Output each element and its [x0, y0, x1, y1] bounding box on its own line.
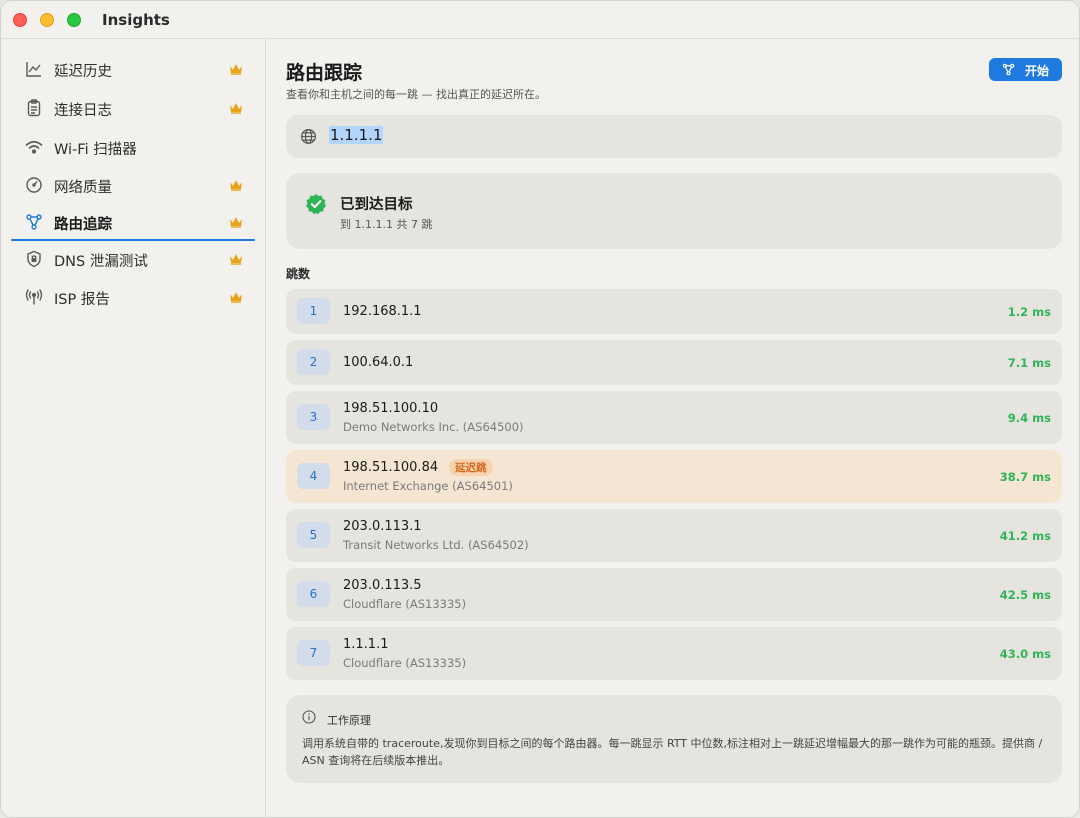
hop-row[interactable]: 1 192.168.1.1 1.2 ms [286, 289, 1062, 334]
sidebar-item-label: DNS 泄漏测试 [54, 254, 148, 270]
wifi-icon [25, 140, 43, 154]
hop-row[interactable]: 7 1.1.1.1 Cloudflare (AS13335) 43.0 ms [286, 627, 1062, 680]
sidebar-item-latency-history[interactable]: 延迟历史 [11, 52, 255, 86]
sidebar: 延迟历史 连接日志 Wi-Fi 扫描器 网络质量 路由追踪 DNS 泄漏测试 I… [1, 39, 266, 817]
crown-icon [230, 254, 242, 265]
hop-rtt: 38.7 ms [999, 470, 1051, 484]
info-body: 调用系统自带的 traceroute,发现你到目标之间的每个路由器。每一跳显示 … [302, 737, 1043, 767]
close-window-button[interactable] [13, 13, 27, 27]
hop-row-bottleneck[interactable]: 4 198.51.100.84 延迟跳 Internet Exchange (A… [286, 450, 1062, 503]
sidebar-item-label: ISP 报告 [54, 292, 110, 308]
sidebar-item-label: 网络质量 [54, 180, 112, 196]
sidebar-item-wifi-scanner[interactable]: Wi-Fi 扫描器 [11, 130, 255, 164]
hop-row[interactable]: 2 100.64.0.1 7.1 ms [286, 340, 1062, 385]
status-title: 已到达目标 [340, 197, 413, 213]
chart-line-icon [26, 62, 41, 77]
hops-section-label: 跳数 [286, 267, 311, 281]
hop-row[interactable]: 6 203.0.113.5 Cloudflare (AS13335) 42.5 … [286, 568, 1062, 621]
sidebar-item-dns-leak-test[interactable]: DNS 泄漏测试 [11, 242, 255, 276]
hop-rtt: 1.2 ms [1007, 305, 1051, 319]
hop-ip: 100.64.0.1 [343, 355, 414, 370]
hop-number: 7 [297, 640, 330, 666]
hop-ip: 198.51.100.84 [343, 460, 439, 475]
sidebar-item-isp-report[interactable]: ISP 报告 [11, 280, 255, 314]
hop-row[interactable]: 5 203.0.113.1 Transit Networks Ltd. (AS6… [286, 509, 1062, 562]
verified-check-icon [306, 194, 326, 215]
hop-asn: Cloudflare (AS13335) [343, 656, 467, 670]
hop-ip: 203.0.113.1 [343, 519, 422, 534]
status-card: 已到达目标 到 1.1.1.1 共 7 跳 [286, 173, 1062, 249]
hop-number: 4 [297, 463, 330, 489]
sidebar-item-network-quality[interactable]: 网络质量 [11, 168, 255, 202]
info-icon [302, 710, 316, 724]
target-host-input[interactable]: 1.1.1.1 [286, 115, 1062, 158]
hop-number: 1 [297, 298, 330, 324]
hop-number: 5 [297, 522, 330, 548]
hop-number: 3 [297, 404, 330, 430]
info-title: 工作原理 [327, 714, 371, 727]
hop-asn: Cloudflare (AS13335) [343, 597, 467, 611]
app-window: Insights 延迟历史 连接日志 Wi-Fi 扫描器 网络质量 路由追踪 D… [0, 0, 1080, 818]
page-subtitle: 查看你和主机之间的每一跳 — 找出真正的延迟所在。 [286, 88, 546, 101]
clipboard-icon [27, 99, 41, 117]
hop-asn: Demo Networks Inc. (AS64500) [343, 420, 524, 434]
app-title: Insights [102, 11, 170, 29]
sidebar-item-label: 连接日志 [54, 103, 112, 119]
hop-number: 6 [297, 581, 330, 607]
route-icon [1002, 63, 1015, 76]
target-host-value: 1.1.1.1 [329, 126, 384, 144]
active-indicator [11, 239, 255, 241]
page-title: 路由跟踪 [286, 62, 363, 84]
sidebar-item-label: Wi-Fi 扫描器 [54, 142, 137, 158]
antenna-icon [25, 289, 43, 305]
crown-icon [230, 64, 242, 75]
route-icon [26, 214, 42, 230]
title-bar: Insights [1, 1, 1079, 39]
hop-ip: 203.0.113.5 [343, 578, 422, 593]
hop-rtt: 9.4 ms [1007, 411, 1051, 425]
status-subtitle: 到 1.1.1.1 共 7 跳 [340, 218, 433, 231]
main-content: 路由跟踪 查看你和主机之间的每一跳 — 找出真正的延迟所在。 开始 1.1.1.… [267, 39, 1079, 817]
hop-number: 2 [297, 349, 330, 375]
hop-row[interactable]: 3 198.51.100.10 Demo Networks Inc. (AS64… [286, 391, 1062, 444]
hop-asn: Transit Networks Ltd. (AS64502) [343, 538, 529, 552]
hop-rtt: 43.0 ms [999, 647, 1051, 661]
hop-rtt: 7.1 ms [1007, 356, 1051, 370]
sidebar-item-label: 延迟历史 [54, 64, 112, 80]
latency-hop-badge: 延迟跳 [449, 459, 493, 476]
crown-icon [230, 292, 242, 303]
info-card: 工作原理 调用系统自带的 traceroute,发现你到目标之间的每个路由器。每… [286, 695, 1062, 783]
zoom-window-button[interactable] [67, 13, 81, 27]
start-button[interactable]: 开始 [989, 58, 1062, 81]
hop-asn: Internet Exchange (AS64501) [343, 479, 513, 493]
lock-shield-icon [27, 250, 41, 268]
hop-ip: 1.1.1.1 [343, 637, 389, 652]
crown-icon [230, 103, 242, 114]
start-button-label: 开始 [1025, 64, 1050, 78]
minimize-window-button[interactable] [40, 13, 54, 27]
globe-icon [300, 128, 317, 145]
hops-list: 1 192.168.1.1 1.2 ms 2 100.64.0.1 7.1 ms… [286, 289, 1062, 683]
crown-icon [230, 217, 242, 228]
hop-rtt: 42.5 ms [999, 588, 1051, 602]
sidebar-item-connection-log[interactable]: 连接日志 [11, 91, 255, 125]
sidebar-item-traceroute[interactable]: 路由追踪 [11, 205, 255, 241]
hop-rtt: 41.2 ms [999, 529, 1051, 543]
gauge-icon [26, 177, 42, 193]
sidebar-item-label: 路由追踪 [54, 217, 112, 233]
hop-ip: 198.51.100.10 [343, 401, 439, 416]
hop-ip: 192.168.1.1 [343, 304, 422, 319]
crown-icon [230, 180, 242, 191]
